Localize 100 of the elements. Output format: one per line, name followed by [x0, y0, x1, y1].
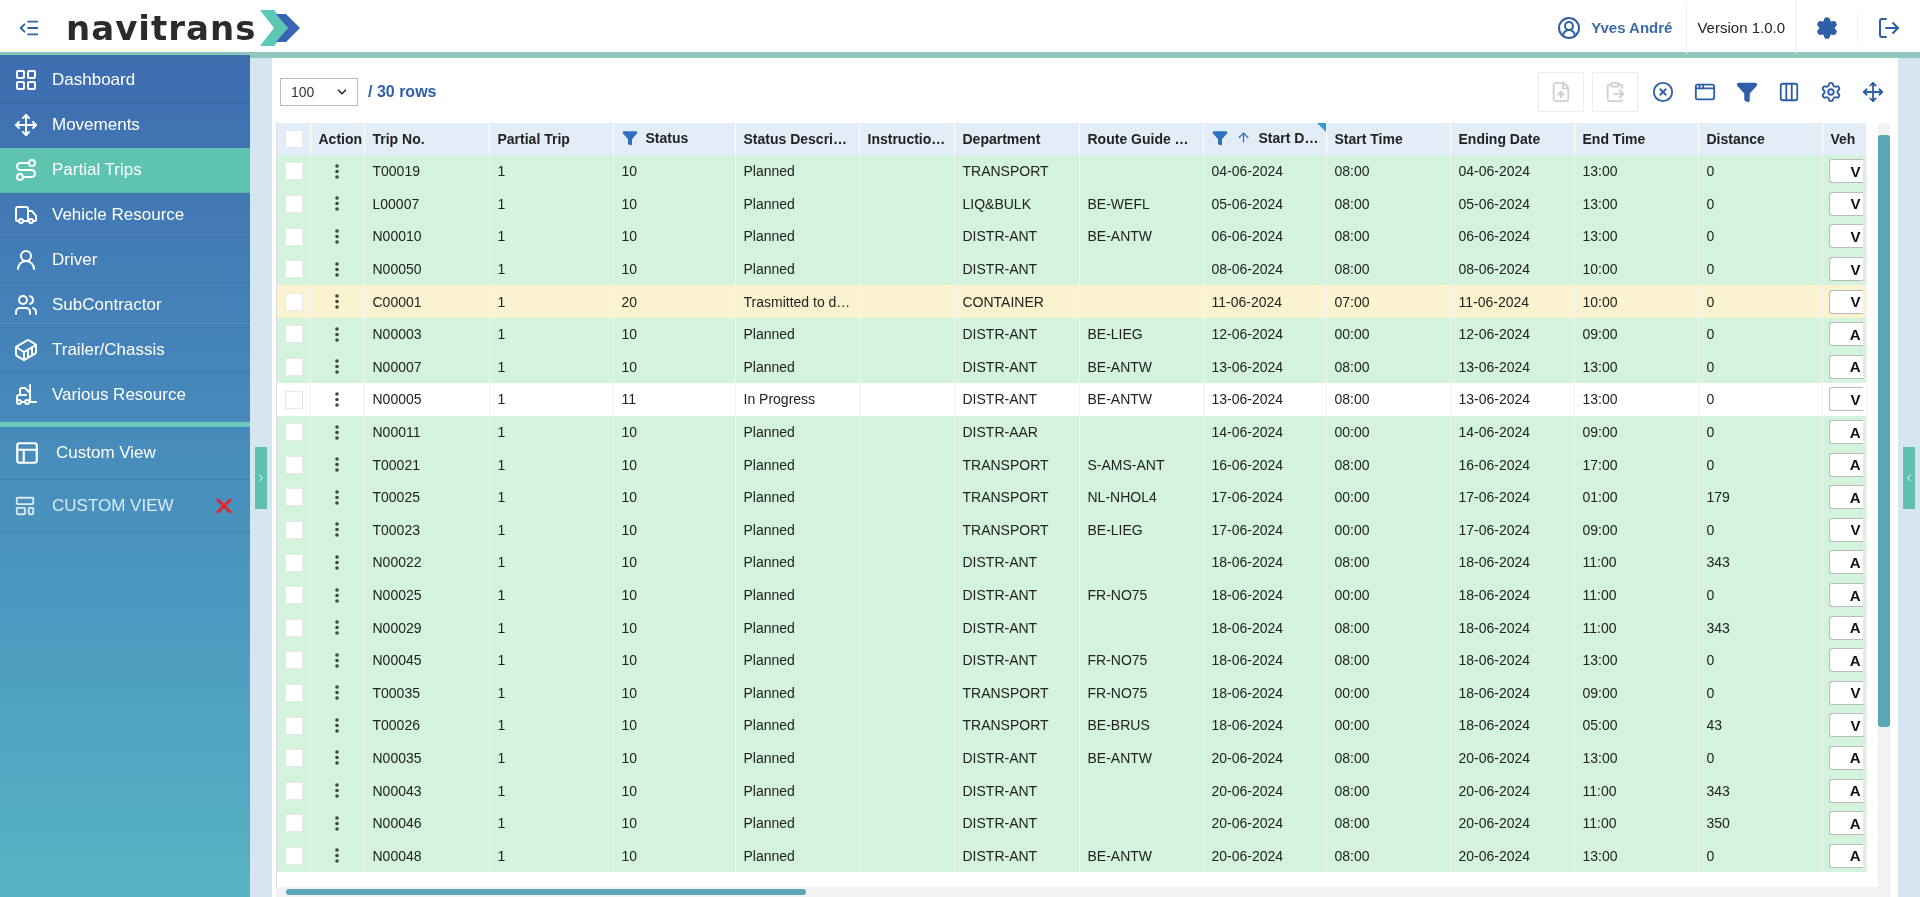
- row-checkbox[interactable]: [285, 423, 303, 442]
- vehicle-button[interactable]: A: [1828, 550, 1863, 575]
- vehicle-button[interactable]: V: [1828, 289, 1863, 314]
- row-menu-button[interactable]: [335, 163, 339, 179]
- column-header[interactable]: Ending Date: [1450, 123, 1574, 155]
- vehicle-button[interactable]: A: [1828, 485, 1863, 510]
- row-menu-button[interactable]: [335, 587, 339, 603]
- column-header[interactable]: Status Descri…: [735, 123, 859, 155]
- table-row[interactable]: N00022 1 10 Planned DISTR-ANT 18-06-2024 08:00 18-06-2024 11:00 343 A: [277, 546, 1866, 579]
- row-checkbox[interactable]: [285, 195, 303, 214]
- table-row[interactable]: T00025 1 10 Planned TRANSPORT NL-NHOL4 17-06-2024 00:00 17-06-2024 01:00 179 A: [277, 480, 1866, 514]
- table-row[interactable]: N00005 1 11 In Progress DISTR-ANT BE-ANTW 13-06-2024 08:00 13-06-2024 13:00 0 V: [277, 383, 1866, 416]
- table-row[interactable]: N00035 1 10 Planned DISTR-ANT BE-ANTW 20-06-2024 08:00 20-06-2024 13:00 0 A: [277, 741, 1866, 775]
- row-menu-button[interactable]: [335, 685, 339, 701]
- row-checkbox[interactable]: [285, 586, 303, 605]
- column-header[interactable]: Route Guide …: [1079, 123, 1203, 155]
- table-row[interactable]: N00045 1 10 Planned DISTR-ANT FR-NO75 18-06-2024 08:00 18-06-2024 13:00 0 A: [277, 643, 1866, 677]
- row-menu-button[interactable]: [335, 424, 339, 440]
- vehicle-button[interactable]: A: [1828, 583, 1863, 607]
- row-menu-button[interactable]: [335, 391, 339, 407]
- vehicle-button[interactable]: A: [1828, 615, 1863, 640]
- column-header[interactable]: Start D…: [1203, 123, 1326, 155]
- vehicle-button[interactable]: A: [1828, 811, 1863, 836]
- row-checkbox[interactable]: [285, 520, 303, 539]
- row-menu-button[interactable]: [335, 196, 339, 212]
- nav-item[interactable]: Various Resource: [0, 373, 250, 418]
- row-checkbox[interactable]: [285, 749, 303, 768]
- column-header[interactable]: Start Time: [1326, 123, 1450, 155]
- select-all-checkbox[interactable]: [285, 130, 303, 149]
- row-checkbox[interactable]: [285, 781, 303, 800]
- row-menu-button[interactable]: [335, 848, 339, 864]
- column-header[interactable]: Department: [954, 123, 1079, 155]
- vehicle-button[interactable]: A: [1828, 778, 1863, 803]
- row-checkbox[interactable]: [285, 227, 303, 246]
- page-size-select[interactable]: 100: [280, 78, 358, 106]
- row-checkbox[interactable]: [285, 455, 303, 474]
- expand-handle[interactable]: [255, 446, 267, 509]
- vehicle-button[interactable]: V: [1828, 191, 1863, 216]
- row-menu-button[interactable]: [335, 554, 339, 570]
- table-row[interactable]: T00026 1 10 Planned TRANSPORT BE-BRUS 18-06-2024 00:00 18-06-2024 05:00 43 V: [277, 709, 1866, 742]
- table-row[interactable]: T00019 1 10 Planned TRANSPORT 04-06-2024 08:00 04-06-2024 13:00 0 V: [277, 155, 1866, 188]
- row-checkbox[interactable]: [285, 553, 303, 572]
- table-row[interactable]: N00043 1 10 Planned DISTR-ANT 20-06-2024 08:00 20-06-2024 11:00 343 A: [277, 774, 1866, 807]
- vehicle-button[interactable]: A: [1828, 648, 1863, 673]
- row-menu-button[interactable]: [335, 620, 339, 636]
- vehicle-button[interactable]: V: [1828, 517, 1863, 542]
- row-checkbox[interactable]: [285, 683, 303, 702]
- nav-item[interactable]: Dashboard: [0, 58, 250, 103]
- row-menu-button[interactable]: [335, 359, 339, 375]
- column-header[interactable]: Veh: [1822, 123, 1866, 155]
- column-header[interactable]: Trip No.: [364, 123, 489, 155]
- vehicle-button[interactable]: A: [1828, 452, 1863, 477]
- vehicle-button[interactable]: A: [1828, 322, 1863, 347]
- row-menu-button[interactable]: [335, 326, 339, 342]
- user-name[interactable]: Yves André: [1591, 19, 1673, 36]
- row-checkbox[interactable]: [285, 651, 303, 670]
- row-menu-button[interactable]: [335, 783, 339, 799]
- row-menu-button[interactable]: [335, 652, 339, 668]
- nav-item[interactable]: Trailer/Chassis: [0, 328, 250, 373]
- row-menu-button[interactable]: [335, 457, 339, 473]
- row-checkbox[interactable]: [285, 618, 303, 637]
- column-header[interactable]: End Time: [1574, 123, 1698, 155]
- column-header[interactable]: Status: [613, 123, 735, 155]
- vertical-scrollbar[interactable]: [1878, 123, 1890, 887]
- row-menu-button[interactable]: [335, 294, 339, 310]
- table-row[interactable]: L00007 1 10 Planned LIQ&BULK BE-WEFL 05-06-2024 08:00 05-06-2024 13:00 0 V: [277, 187, 1866, 221]
- row-checkbox[interactable]: [285, 814, 303, 833]
- table-row[interactable]: N00007 1 10 Planned DISTR-ANT BE-ANTW 13-06-2024 08:00 13-06-2024 13:00 0 A: [277, 350, 1866, 384]
- row-menu-button[interactable]: [335, 261, 339, 277]
- vehicle-button[interactable]: A: [1828, 354, 1863, 379]
- collapse-handle[interactable]: [1903, 446, 1915, 509]
- vehicle-button[interactable]: V: [1828, 680, 1863, 705]
- row-checkbox[interactable]: [285, 162, 303, 181]
- vehicle-button[interactable]: A: [1828, 746, 1863, 770]
- row-menu-button[interactable]: [335, 750, 339, 766]
- row-menu-button[interactable]: [335, 489, 339, 505]
- row-menu-button[interactable]: [335, 229, 339, 244]
- vehicle-button[interactable]: V: [1828, 224, 1863, 249]
- row-checkbox[interactable]: [285, 846, 303, 865]
- table-row[interactable]: N00003 1 10 Planned DISTR-ANT BE-LIEG 12-06-2024 00:00 12-06-2024 09:00 0 A: [277, 317, 1866, 351]
- row-menu-button[interactable]: [335, 815, 339, 831]
- row-checkbox[interactable]: [285, 325, 303, 344]
- column-header[interactable]: Action: [310, 123, 364, 155]
- vehicle-button[interactable]: V: [1828, 713, 1863, 738]
- nav-item[interactable]: Vehicle Resource: [0, 193, 250, 238]
- table-row[interactable]: N00011 1 10 Planned DISTR-AAR 14-06-2024 00:00 14-06-2024 09:00 0 A: [277, 415, 1866, 449]
- vehicle-button[interactable]: V: [1828, 257, 1863, 282]
- table-row[interactable]: C00001 1 20 Trasmitted to d… CONTAINER 11-06-2024 07:00 11-06-2024 10:00 0 V: [277, 285, 1866, 318]
- table-row[interactable]: T00021 1 10 Planned TRANSPORT S-AMS-ANT 16-06-2024 08:00 16-06-2024 17:00 0 A: [277, 448, 1866, 481]
- table-row[interactable]: N00025 1 10 Planned DISTR-ANT FR-NO75 18-06-2024 00:00 18-06-2024 11:00 0 A: [277, 578, 1866, 612]
- row-checkbox[interactable]: [285, 260, 303, 279]
- table-row[interactable]: N00048 1 10 Planned DISTR-ANT BE-ANTW 20-06-2024 08:00 20-06-2024 13:00 0 A: [277, 839, 1866, 873]
- row-checkbox[interactable]: [285, 358, 303, 376]
- column-header[interactable]: Instructio…: [859, 123, 954, 155]
- table-row[interactable]: N00050 1 10 Planned DISTR-ANT 08-06-2024 08:00 08-06-2024 10:00 0 V: [277, 252, 1866, 286]
- row-checkbox[interactable]: [285, 292, 303, 311]
- column-header[interactable]: Distance: [1698, 123, 1822, 155]
- horizontal-scrollbar[interactable]: [276, 887, 1890, 897]
- table-row[interactable]: N00046 1 10 Planned DISTR-ANT 20-06-2024 08:00 20-06-2024 11:00 350 A: [277, 806, 1866, 840]
- table-row[interactable]: N00010 1 10 Planned DISTR-ANT BE-ANTW 06-06-2024 08:00 06-06-2024 13:00 0 V: [277, 220, 1866, 253]
